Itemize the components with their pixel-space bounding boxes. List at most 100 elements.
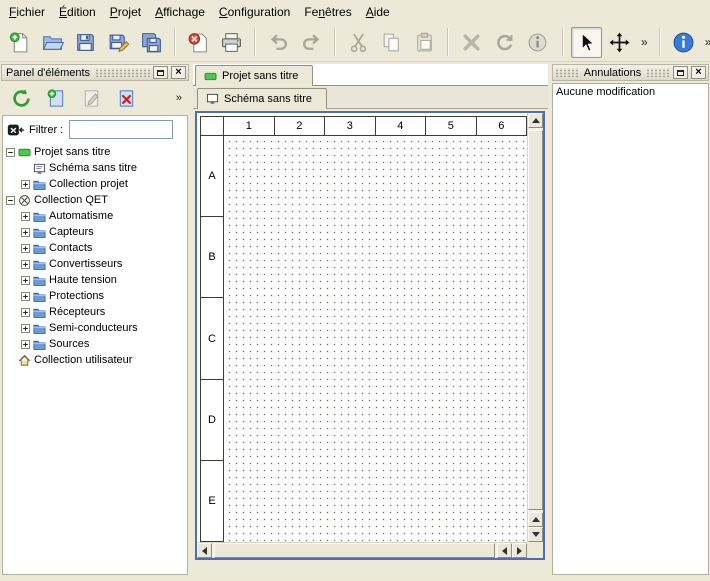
tree-item-semi-conducteurs[interactable]: Semi-conducteurs	[3, 320, 187, 336]
application-window: FichierÉditionProjetAffichageConfigurati…	[0, 0, 710, 581]
expand-icon[interactable]	[21, 276, 30, 285]
new-file-button[interactable]	[4, 27, 35, 58]
expand-icon[interactable]	[21, 212, 30, 221]
expand-icon[interactable]	[21, 228, 30, 237]
redo-button	[296, 27, 327, 58]
elements-panel-titlebar[interactable]: Panel d'éléments ×	[1, 64, 189, 81]
tree-item-collection-qet[interactable]: Collection QET	[3, 192, 187, 208]
main-toolbar: » »	[0, 23, 710, 62]
project-icon	[18, 146, 31, 159]
reload-collections-button[interactable]	[8, 85, 35, 112]
horizontal-scroll-track[interactable]	[212, 543, 497, 558]
filter-input[interactable]	[69, 120, 173, 139]
qet-icon	[18, 194, 31, 207]
new-element-button[interactable]	[43, 85, 70, 112]
schema-canvas[interactable]	[224, 136, 527, 542]
expand-icon[interactable]	[21, 308, 30, 317]
tree-item-contacts[interactable]: Contacts	[3, 240, 187, 256]
select-mode-button[interactable]	[571, 27, 602, 58]
close-panel-button[interactable]: ×	[691, 66, 706, 79]
float-panel-button[interactable]	[673, 66, 688, 79]
filter-label: Filtrer :	[29, 124, 63, 136]
tree-item-capteurs[interactable]: Capteurs	[3, 224, 187, 240]
close-panel-button[interactable]: ×	[171, 66, 186, 79]
tree-item-sources[interactable]: Sources	[3, 336, 187, 352]
tree-item-automatisme[interactable]: Automatisme	[3, 208, 187, 224]
vertical-scroll-thumb[interactable]	[528, 130, 543, 510]
vertical-scroll-track[interactable]	[528, 128, 543, 512]
expand-icon[interactable]	[21, 244, 30, 253]
tree-item-collection-projet[interactable]: Collection projet	[3, 176, 187, 192]
column-header-1: 1	[224, 116, 275, 136]
about-qet-button[interactable]	[668, 27, 699, 58]
tree-item-recepteurs[interactable]: Récepteurs	[3, 304, 187, 320]
vertical-scrollbar[interactable]	[527, 113, 543, 542]
menu-aide[interactable]: Aide	[359, 2, 397, 22]
expand-icon[interactable]	[21, 324, 30, 333]
expand-icon[interactable]	[21, 340, 30, 349]
pan-mode-button[interactable]	[604, 27, 635, 58]
tree-item-projet-sans-titre[interactable]: Projet sans titre	[3, 144, 187, 160]
float-panel-button[interactable]	[153, 66, 168, 79]
arrow-right-icon	[517, 547, 526, 555]
folder-icon	[33, 290, 46, 303]
elements-panel-title: Panel d'éléments	[4, 67, 92, 79]
schema-sheet: 123456 ABCDE	[197, 113, 527, 542]
main-area: Panel d'éléments × » Filtrer : Projet sa…	[0, 62, 710, 581]
collapse-icon[interactable]	[6, 196, 15, 205]
expander-spacer	[6, 356, 15, 365]
schema-tab-label: Schéma sans titre	[224, 93, 312, 105]
toolbar-overflow-button[interactable]: »	[701, 35, 710, 49]
tab-project[interactable]: Projet sans titre	[195, 65, 313, 86]
scroll-down-button[interactable]	[528, 527, 543, 542]
scroll-right-button[interactable]	[512, 543, 527, 558]
folder-icon	[33, 306, 46, 319]
expand-icon[interactable]	[21, 180, 30, 189]
expand-icon[interactable]	[21, 292, 30, 301]
dock-handle[interactable]	[95, 68, 150, 77]
dock-handle[interactable]	[646, 68, 670, 77]
tree-item-protections[interactable]: Protections	[3, 288, 187, 304]
project-area: Projet sans titre Schéma sans titre 1234…	[193, 64, 548, 575]
tree-item-convertisseurs[interactable]: Convertisseurs	[3, 256, 187, 272]
toolbar-separator	[659, 28, 661, 56]
tab-schema[interactable]: Schéma sans titre	[197, 88, 327, 109]
menu-projet[interactable]: Projet	[103, 2, 148, 22]
toolbar-overflow-button[interactable]: »	[637, 35, 652, 49]
horizontal-scrollbar[interactable]	[197, 542, 527, 558]
close-file-button[interactable]	[183, 27, 214, 58]
scroll-left-button-alt[interactable]	[497, 543, 512, 558]
print-button[interactable]	[216, 27, 247, 58]
tree-item-collection-utilisateur[interactable]: Collection utilisateur	[3, 352, 187, 368]
menu-configuration[interactable]: Configuration	[212, 2, 297, 22]
menu-fenetres[interactable]: Fenêtres	[297, 2, 358, 22]
panel-toolbar-overflow-button[interactable]: »	[176, 92, 182, 104]
scroll-up-button[interactable]	[528, 113, 543, 128]
tree-item-schema-sans-titre[interactable]: Schéma sans titre	[3, 160, 187, 176]
delete-element-button[interactable]	[113, 85, 140, 112]
schema-tabbar: Schéma sans titre	[193, 87, 548, 109]
undo-button	[263, 27, 294, 58]
undo-history-list[interactable]: Aucune modification	[552, 83, 709, 575]
expand-icon[interactable]	[21, 260, 30, 269]
undo-history-item[interactable]: Aucune modification	[556, 86, 705, 98]
save-button[interactable]	[70, 27, 101, 58]
undo-panel-titlebar[interactable]: Annulations ×	[552, 64, 709, 81]
dock-handle[interactable]	[555, 68, 579, 77]
horizontal-scroll-thumb[interactable]	[214, 543, 495, 558]
scroll-left-button[interactable]	[197, 543, 212, 558]
tree-item-haute-tension[interactable]: Haute tension	[3, 272, 187, 288]
column-header-3: 3	[325, 116, 376, 136]
collapse-icon[interactable]	[6, 148, 15, 157]
clear-filter-icon[interactable]	[7, 121, 25, 139]
open-button[interactable]	[37, 27, 68, 58]
save-all-button[interactable]	[136, 27, 167, 58]
menu-edition[interactable]: Édition	[52, 2, 103, 22]
folder-icon	[33, 210, 46, 223]
save-as-button[interactable]	[103, 27, 134, 58]
scroll-up-button-alt[interactable]	[528, 512, 543, 527]
elements-panel-toolbar: »	[0, 81, 190, 115]
menu-affichage[interactable]: Affichage	[148, 2, 212, 22]
menu-fichier[interactable]: Fichier	[2, 2, 52, 22]
cut-button	[343, 27, 374, 58]
